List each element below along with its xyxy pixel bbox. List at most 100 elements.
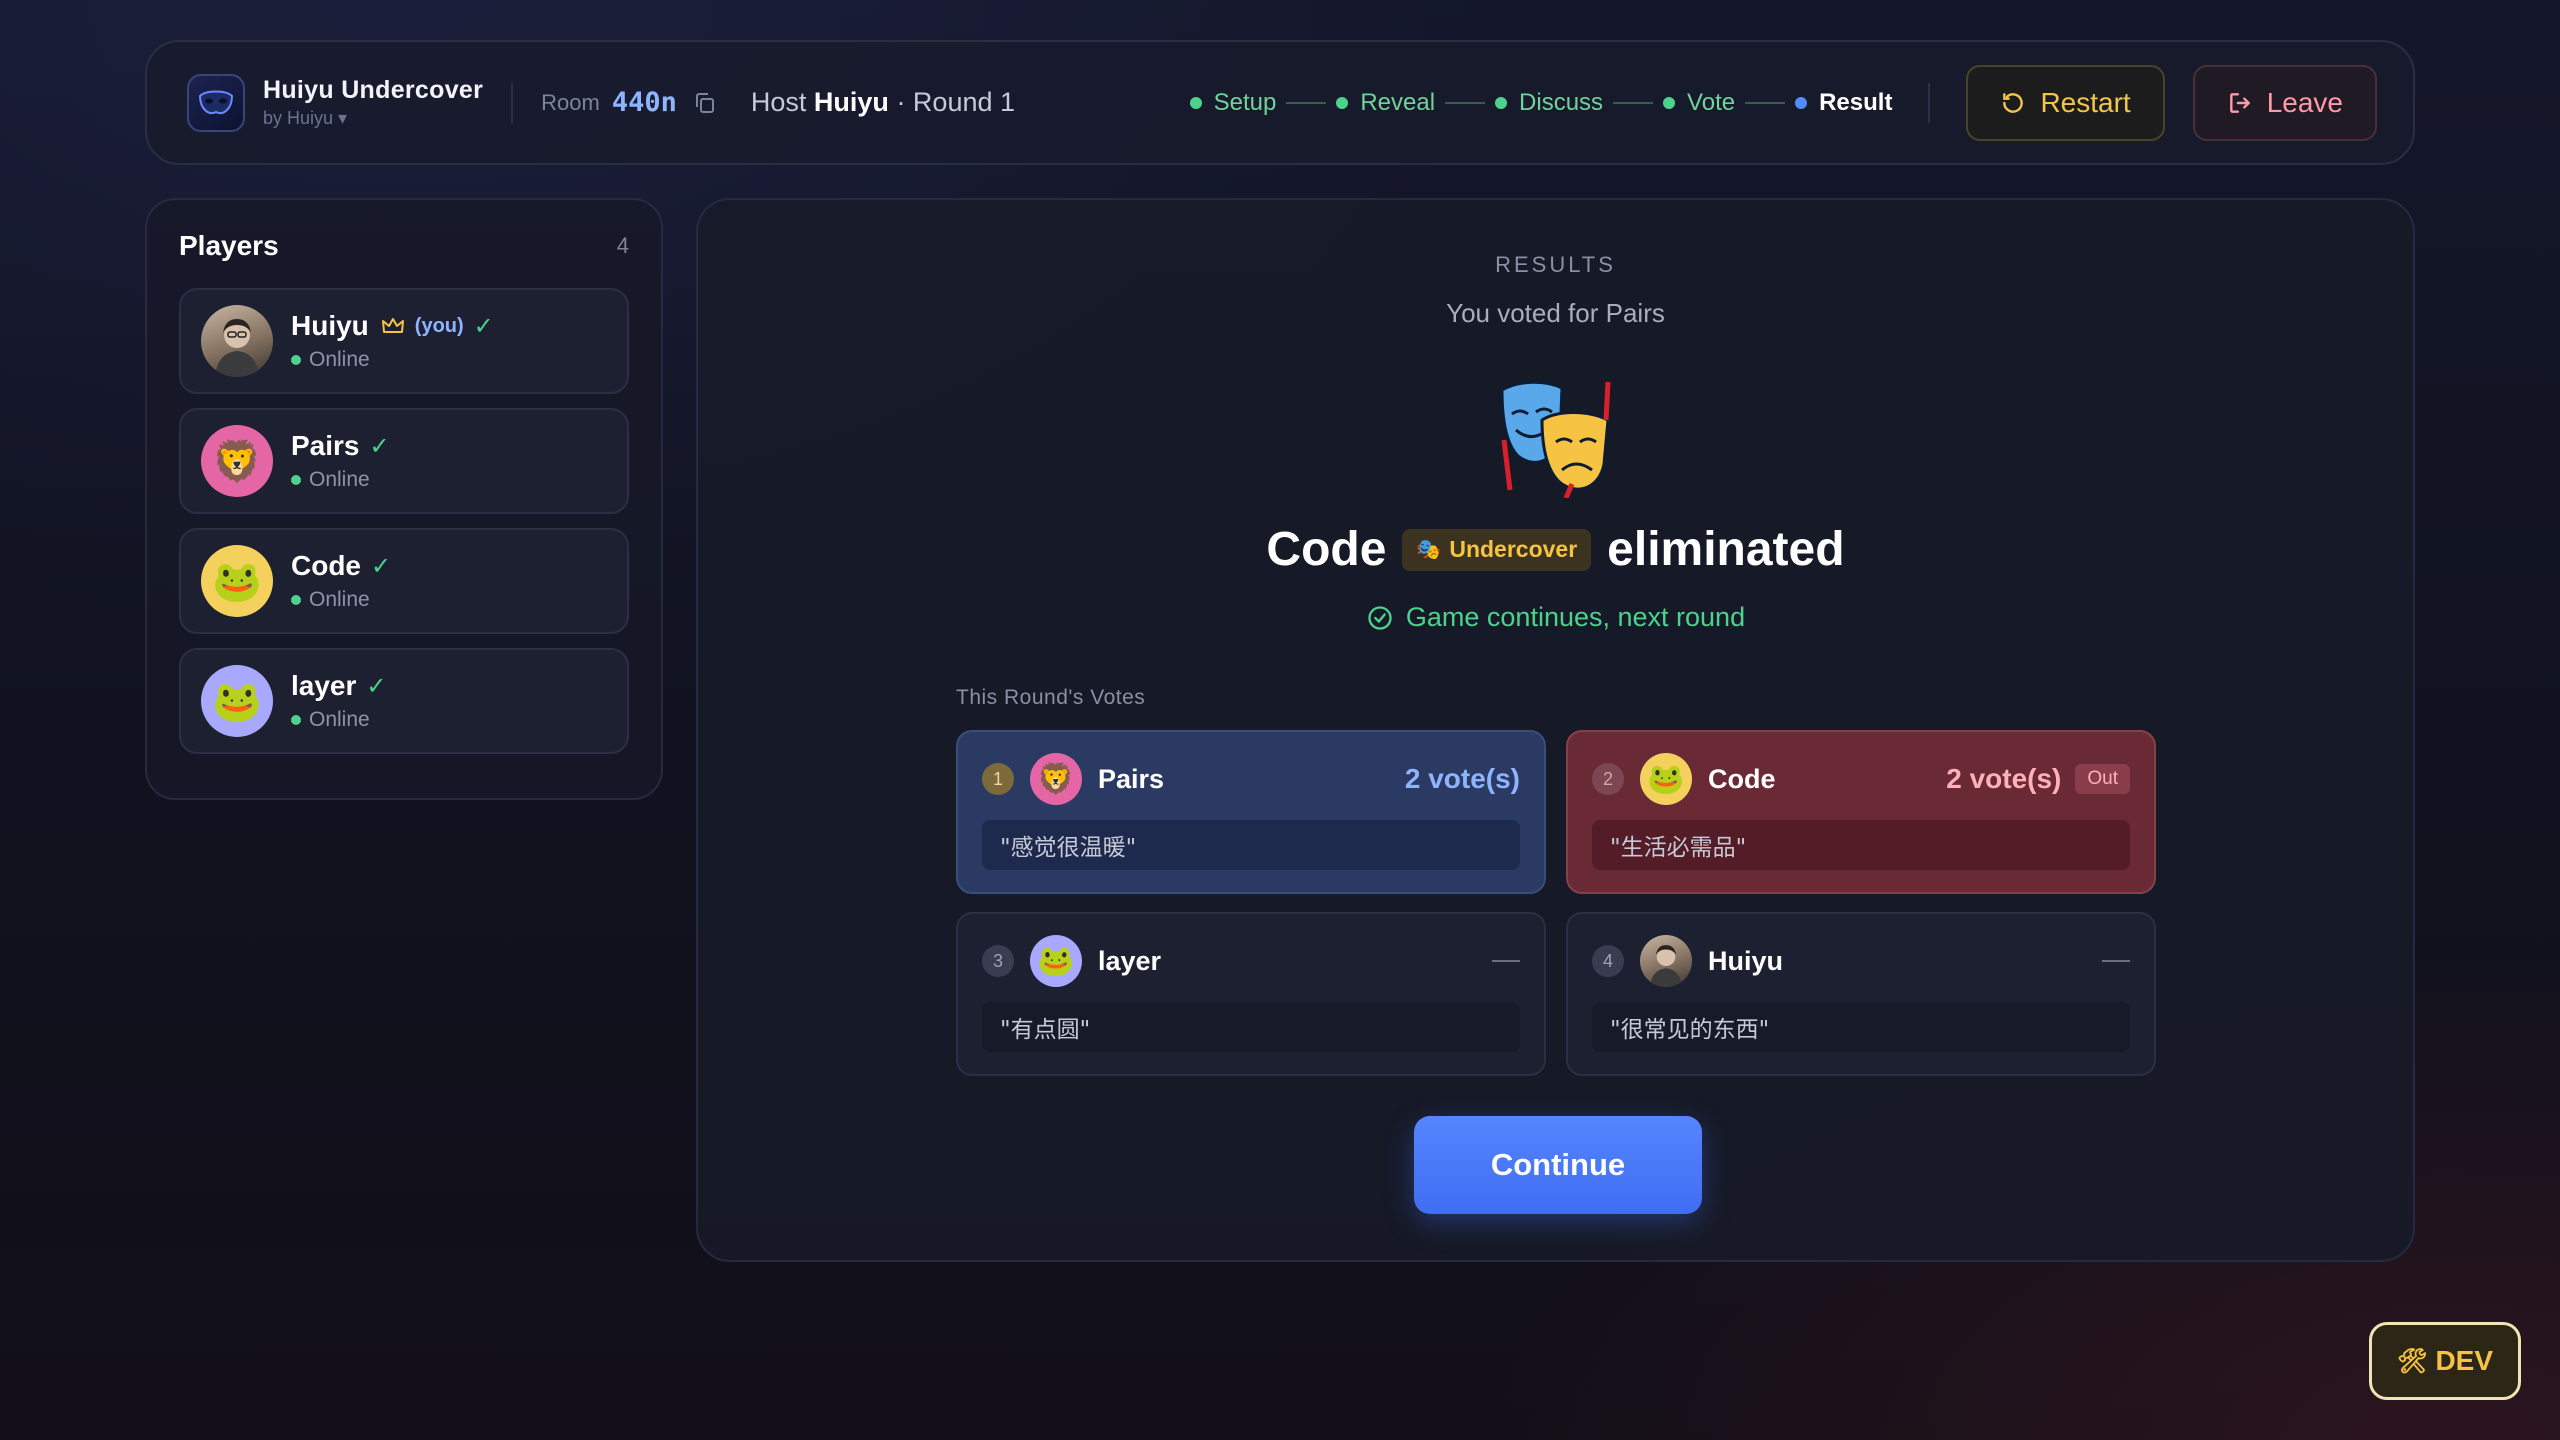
brand-name: Huiyu Undercover bbox=[263, 76, 484, 104]
players-count: 4 bbox=[616, 233, 629, 258]
step-dot bbox=[1336, 96, 1349, 109]
phase-stepper: Setup Reveal Discuss Vote Result bbox=[1189, 88, 1892, 117]
step-connector bbox=[1745, 101, 1786, 104]
no-votes-dash bbox=[2102, 960, 2130, 962]
player-name-row: Huiyu (you) ✓ bbox=[291, 310, 494, 342]
result-panel: RESULTS You voted for Pairs Code 🎭 Under… bbox=[696, 198, 2415, 1262]
restart-button[interactable]: Restart bbox=[1966, 64, 2165, 141]
step-connector bbox=[1613, 101, 1654, 104]
player-info: Code ✓ Online bbox=[291, 550, 391, 612]
player-name-row: Code ✓ bbox=[291, 550, 391, 582]
dev-tools-button[interactable]: 🛠 DEV bbox=[2369, 1322, 2521, 1400]
rank-number: 1 bbox=[982, 763, 1014, 795]
step-label: Discuss bbox=[1519, 88, 1604, 116]
player-info: layer ✓ Online bbox=[291, 670, 387, 732]
player-name-row: layer ✓ bbox=[291, 670, 387, 702]
step-result: Result bbox=[1795, 89, 1892, 117]
eliminated-player-name: Code bbox=[1266, 523, 1387, 576]
vote-player-name: Pairs bbox=[1098, 763, 1165, 794]
no-votes-dash bbox=[1492, 960, 1520, 962]
step-dot bbox=[1795, 96, 1808, 109]
player-description: "很常见的东西" bbox=[1592, 1002, 2130, 1052]
ready-check-icon: ✓ bbox=[369, 432, 390, 460]
vote-results-grid: 1 🦁 Pairs 2 vote(s) "感觉很温暖" 2 🐸 Code 2 v… bbox=[956, 730, 2156, 1076]
user-photo-icon bbox=[1650, 945, 1682, 987]
status-text: Online bbox=[309, 468, 370, 491]
votes-section-label: This Round's Votes bbox=[956, 686, 1146, 709]
vote-card-header: 1 🦁 Pairs 2 vote(s) bbox=[982, 752, 1520, 806]
player-description: "生活必需品" bbox=[1592, 820, 2130, 870]
room-code: 440n bbox=[611, 87, 677, 118]
dev-label: DEV bbox=[2435, 1345, 2494, 1376]
player-info: Huiyu (you) ✓ Online bbox=[291, 310, 494, 372]
check-circle-icon bbox=[1368, 605, 1392, 630]
tools-icon: 🛠 bbox=[2396, 1347, 2428, 1375]
ready-check-icon: ✓ bbox=[371, 552, 392, 580]
rank-number: 3 bbox=[982, 945, 1014, 977]
copy-icon[interactable] bbox=[693, 91, 717, 115]
game-continues-notice: Game continues, next round bbox=[698, 602, 2413, 633]
ready-check-icon: ✓ bbox=[366, 672, 387, 700]
brand: Huiyu Undercover by Huiyu ▾ bbox=[263, 76, 483, 129]
divider bbox=[1928, 82, 1931, 123]
role-badge: 🎭 Undercover bbox=[1402, 528, 1592, 571]
leave-button[interactable]: Leave bbox=[2192, 64, 2377, 141]
exit-icon bbox=[2229, 92, 2250, 113]
status-text: Online bbox=[309, 348, 370, 371]
player-card-huiyu[interactable]: Huiyu (you) ✓ Online bbox=[179, 288, 629, 394]
elimination-headline: Code 🎭 Undercover eliminated bbox=[698, 522, 2413, 577]
vote-count: 2 vote(s) bbox=[1404, 763, 1520, 794]
player-name: Pairs bbox=[291, 430, 360, 461]
player-status: Online bbox=[291, 708, 387, 732]
step-discuss: Discuss bbox=[1495, 89, 1603, 117]
player-status: Online bbox=[291, 588, 391, 612]
player-card-pairs[interactable]: 🦁 Pairs ✓ Online bbox=[179, 408, 629, 514]
vote-card-code: 2 🐸 Code 2 vote(s) Out "生活必需品" bbox=[1566, 730, 2156, 894]
online-dot bbox=[291, 475, 301, 485]
continue-button[interactable]: Continue bbox=[1414, 1116, 1702, 1214]
step-dot bbox=[1189, 96, 1202, 109]
voted-for-text: You voted for Pairs bbox=[1446, 298, 1665, 328]
vote-player-name: Code bbox=[1708, 763, 1776, 794]
step-connector bbox=[1286, 101, 1327, 104]
vote-card-pairs: 1 🦁 Pairs 2 vote(s) "感觉很温暖" bbox=[956, 730, 1546, 894]
player-name: Code bbox=[291, 550, 361, 581]
vote-card-huiyu: 4 Huiyu "很常见的东西" bbox=[1566, 912, 2156, 1076]
step-label: Vote bbox=[1687, 88, 1736, 116]
eliminated-word: eliminated bbox=[1607, 523, 1845, 576]
online-dot bbox=[291, 595, 301, 605]
mask-badge-icon: 🎭 bbox=[1416, 539, 1442, 561]
out-badge: Out bbox=[2075, 764, 2130, 794]
vote-count: 2 vote(s) bbox=[1946, 763, 2062, 794]
rank-number: 2 bbox=[1592, 763, 1624, 795]
role-badge-label: Undercover bbox=[1449, 536, 1578, 562]
host-info: Host Huiyu · Round 1 bbox=[751, 87, 1015, 118]
vote-card-header: 4 Huiyu bbox=[1592, 934, 2130, 988]
player-card-layer[interactable]: 🐸 layer ✓ Online bbox=[179, 648, 629, 754]
step-setup: Setup bbox=[1189, 89, 1276, 117]
mask-logo-icon bbox=[198, 90, 234, 114]
avatar: 🐸 bbox=[1640, 753, 1692, 805]
app-logo bbox=[187, 73, 245, 132]
round-text: · Round 1 bbox=[896, 87, 1016, 117]
player-name-row: Pairs ✓ bbox=[291, 430, 390, 462]
avatar: 🦁 bbox=[1030, 753, 1082, 805]
step-label: Result bbox=[1819, 88, 1893, 116]
players-title: Players bbox=[179, 230, 279, 261]
players-panel: Players 4 Huiyu (you) ✓ Online 🦁 Pairs ✓… bbox=[145, 198, 663, 800]
player-status: Online bbox=[291, 348, 494, 372]
vote-player-name: Huiyu bbox=[1708, 945, 1784, 976]
player-name: Huiyu bbox=[291, 310, 369, 341]
online-dot bbox=[291, 355, 301, 365]
avatar: 🐸 bbox=[201, 545, 273, 617]
crown-icon bbox=[381, 316, 405, 336]
divider bbox=[511, 82, 514, 123]
avatar bbox=[1640, 935, 1692, 987]
step-label: Reveal bbox=[1360, 88, 1436, 116]
online-dot bbox=[291, 715, 301, 725]
player-description: "感觉很温暖" bbox=[982, 820, 1520, 870]
user-photo-icon bbox=[215, 319, 259, 377]
brand-subtitle[interactable]: by Huiyu ▾ bbox=[263, 108, 483, 129]
player-card-code[interactable]: 🐸 Code ✓ Online bbox=[179, 528, 629, 634]
avatar: 🐸 bbox=[201, 665, 273, 737]
